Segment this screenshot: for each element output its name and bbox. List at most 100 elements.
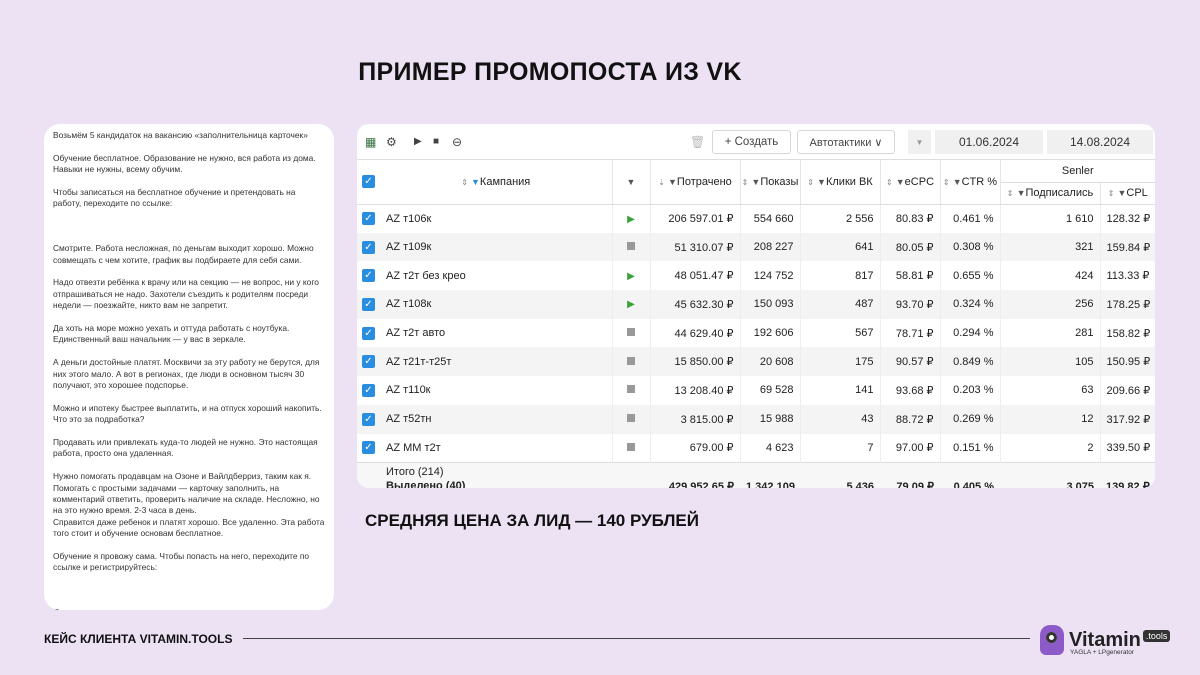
campaign-name[interactable]: AZ т21т-т25т: [380, 347, 613, 377]
cell-ecpc: 78.71 ₽: [880, 318, 941, 348]
table-row[interactable]: ✓ AZ ММ т2т 679.00 ₽4 623 7 97.00 ₽0.151 % 2 3…: [357, 433, 1155, 463]
table-row[interactable]: ✓ AZ т2т авто 44 629.40 ₽192 606 567 78.71 ₽…: [357, 318, 1155, 348]
post-paragraph: А деньги достойные платят. Москвичи за э…: [53, 357, 320, 391]
cell-shows: 554 660: [740, 204, 801, 233]
cell-spent: 3 815.00 ₽: [650, 404, 741, 434]
row-checkbox[interactable]: ✓: [362, 269, 375, 283]
stop-status-icon[interactable]: [627, 414, 635, 423]
total-spent: 429 952.65 ₽: [650, 461, 740, 488]
campaign-name[interactable]: AZ т2т авто: [380, 318, 613, 348]
cell-spent: 45 632.30 ₽: [650, 290, 741, 319]
total-shows: 1 342 109: [740, 461, 800, 488]
cell-shows: 208 227: [740, 232, 801, 262]
cell-shows: 192 606: [740, 318, 801, 348]
campaign-name[interactable]: AZ т109к: [380, 232, 613, 262]
cell-spent: 206 597.01 ₽: [650, 204, 741, 233]
post-paragraph: Смотрите. Работа несложная, по деньгам в…: [53, 243, 314, 265]
stop-icon[interactable]: ■: [433, 136, 439, 147]
header-label: Клики ВК: [825, 175, 873, 188]
stop-status-icon[interactable]: [627, 328, 635, 337]
table-row[interactable]: ✓ AZ т21т-т25т 15 850.00 ₽20 608 175 90.57 ₽…: [357, 347, 1155, 377]
campaign-name[interactable]: AZ т108к: [380, 290, 613, 319]
stop-status-icon[interactable]: [627, 356, 635, 365]
excel-export-icon[interactable]: ▦: [365, 135, 376, 149]
gear-icon[interactable]: ⚙: [386, 135, 397, 149]
date-from-input[interactable]: 01.06.2024: [935, 130, 1043, 154]
campaign-name[interactable]: AZ т52тн: [380, 404, 613, 434]
row-checkbox[interactable]: ✓: [362, 240, 375, 254]
table-row[interactable]: ✓ AZ т52тн 3 815.00 ₽15 988 43 88.72 ₽0.269 …: [357, 404, 1155, 434]
campaign-table: ✓ ⇕ ▼Кампания ▼ ⇣ ▼Потрачено ⇕ ▼Показы ⇕…: [357, 160, 1155, 488]
table-row[interactable]: ✓ AZ т2т без крео ▶ 48 051.47 ₽124 752 817 58…: [357, 261, 1155, 291]
post-paragraph: Да хоть на море можно уехать и оттуда ра…: [53, 323, 290, 345]
stop-status-icon[interactable]: [627, 385, 635, 394]
minus-circle-icon[interactable]: ⊖: [452, 135, 462, 149]
post-paragraph: Обучение бесплатное. Образование не нужн…: [53, 152, 316, 175]
row-checkbox[interactable]: ✓: [362, 383, 375, 397]
cell-ctr: 0.308 %: [940, 232, 1001, 262]
brand-tagline: YAGLA + LPgenerator: [1070, 649, 1135, 656]
campaign-name[interactable]: AZ ММ т2т: [380, 433, 613, 463]
header-label: Показы: [760, 175, 799, 188]
table-row[interactable]: ✓ AZ т109к 51 310.07 ₽208 227 641 80.05 ₽0.3…: [357, 232, 1155, 262]
cell-clicks: 641: [800, 232, 881, 262]
row-checkbox[interactable]: ✓: [362, 412, 375, 426]
header-ecpc[interactable]: ⇕ ▼eCPC: [880, 160, 941, 205]
autotactics-dropdown[interactable]: Автотактики ∨: [797, 130, 895, 154]
campaign-name[interactable]: AZ т110к: [380, 376, 613, 405]
cell-ctr: 0.294 %: [940, 318, 1001, 348]
cell-spent: 13 208.40 ₽: [650, 376, 741, 405]
date-preset-dropdown[interactable]: ▼: [908, 130, 931, 154]
status-filter[interactable]: ▼: [612, 160, 651, 205]
header-campaign[interactable]: ⇕ ▼Кампания: [380, 160, 613, 205]
table-row[interactable]: ✓ AZ т108к ▶ 45 632.30 ₽150 093 487 93.70 ₽0.…: [357, 290, 1155, 319]
create-button[interactable]: + Создать: [712, 130, 791, 154]
cell-ecpc: 97.00 ₽: [880, 433, 941, 463]
play-icon[interactable]: ▶: [414, 136, 422, 147]
row-checkbox[interactable]: ✓: [362, 355, 375, 369]
campaign-name[interactable]: AZ т2т без крео: [380, 261, 613, 291]
play-status-icon[interactable]: ▶: [627, 299, 635, 310]
cell-cpl: 339.50 ₽: [1100, 433, 1155, 463]
row-checkbox[interactable]: ✓: [362, 212, 375, 226]
cell-ctr: 0.655 %: [940, 261, 1001, 291]
cell-ctr: 0.269 %: [940, 404, 1001, 434]
campaign-table-card: ▦ ⚙ ▶ ■ ⊖ 🗑 + Создать Автотактики ∨ ▼ 01…: [357, 124, 1155, 488]
cell-clicks: 43: [800, 404, 881, 434]
play-status-icon[interactable]: ▶: [627, 271, 635, 282]
cell-ctr: 0.151 %: [940, 433, 1001, 463]
cell-ctr: 0.849 %: [940, 347, 1001, 377]
cell-cpl: 158.82 ₽: [1100, 318, 1155, 348]
cell-spent: 48 051.47 ₽: [650, 261, 741, 291]
cell-subs: 105: [1000, 347, 1101, 377]
row-checkbox[interactable]: ✓: [362, 297, 375, 311]
table-row[interactable]: ✓ AZ т106к ▶ 206 597.01 ₽554 660 2 556 80.83 …: [357, 204, 1155, 233]
header-shows[interactable]: ⇕ ▼Показы: [740, 160, 801, 205]
campaign-name[interactable]: AZ т106к: [380, 204, 613, 233]
post-paragraph: Продавать или привлекать куда-то людей н…: [53, 437, 318, 459]
cell-cpl: 209.66 ₽: [1100, 376, 1155, 405]
header-subs[interactable]: ⇕ ▼Подписались: [1000, 182, 1101, 205]
header-cpl[interactable]: ⇕ ▼CPL: [1100, 182, 1155, 205]
brand-suffix: .tools: [1142, 630, 1171, 642]
selected-count: Выделено (40): [386, 480, 466, 488]
cell-clicks: 487: [800, 290, 881, 319]
play-status-icon[interactable]: ▶: [627, 214, 635, 225]
trash-icon[interactable]: 🗑: [690, 135, 705, 149]
header-group-senler: Senler: [1000, 160, 1155, 183]
select-all-checkbox[interactable]: ✓: [362, 175, 375, 189]
cell-spent: 15 850.00 ₽: [650, 347, 741, 377]
row-checkbox[interactable]: ✓: [362, 441, 375, 455]
stop-status-icon[interactable]: [627, 242, 635, 251]
table-row[interactable]: ✓ AZ т110к 13 208.40 ₽69 528 141 93.68 ₽0.20…: [357, 376, 1155, 405]
header-label: Подписались: [1025, 187, 1094, 199]
stop-status-icon[interactable]: [627, 442, 635, 451]
cell-spent: 51 310.07 ₽: [650, 232, 741, 262]
cell-clicks: 2 556: [800, 204, 881, 233]
header-spent[interactable]: ⇣ ▼Потрачено: [650, 160, 741, 205]
header-clicks[interactable]: ⇕ ▼Клики ВК: [800, 160, 881, 205]
row-checkbox[interactable]: ✓: [362, 326, 375, 340]
vitamin-logo: Vitamin .tools YAGLA + LPgenerator: [1040, 625, 1171, 656]
date-to-input[interactable]: 14.08.2024: [1047, 130, 1153, 154]
header-ctr[interactable]: ⇕ ▼CTR %: [940, 160, 1001, 205]
